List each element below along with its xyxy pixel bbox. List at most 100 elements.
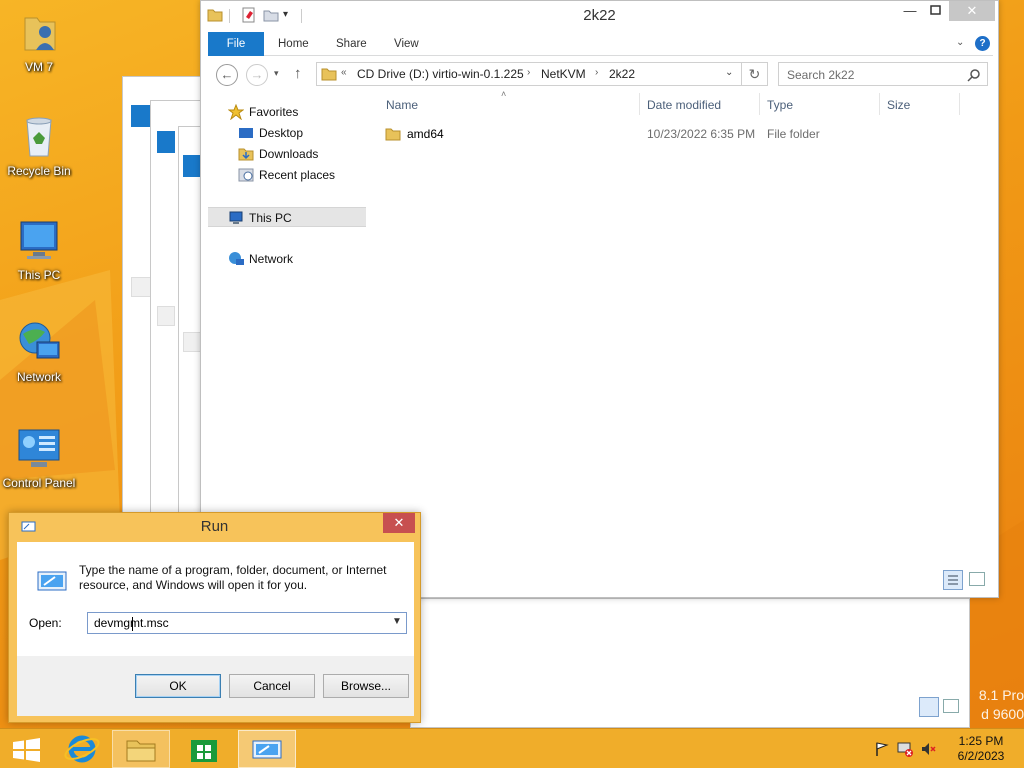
table-row[interactable]: amd64 10/23/2022 6:35 PM File folder bbox=[377, 123, 977, 145]
folder-icon bbox=[385, 128, 401, 141]
breadcrumb-chevron-icon[interactable]: › bbox=[527, 67, 530, 78]
desktop-icon-label: Network bbox=[16, 370, 61, 384]
sort-arrow-icon: ˄ bbox=[501, 89, 507, 99]
volume-muted-icon[interactable] bbox=[920, 741, 936, 757]
ribbon-expand-icon[interactable]: ⌄ bbox=[956, 37, 964, 48]
background-window-file-tab bbox=[183, 155, 201, 177]
tab-home[interactable]: Home bbox=[264, 32, 323, 56]
column-header-date[interactable]: Date modified bbox=[647, 98, 721, 112]
store-button[interactable] bbox=[176, 730, 234, 768]
store-icon bbox=[191, 740, 217, 762]
address-bar[interactable]: « CD Drive (D:) virtio-win-0.1.225 › Net… bbox=[316, 62, 742, 86]
desktop-icon-this-pc[interactable]: This PC bbox=[0, 216, 78, 282]
details-view-icon[interactable] bbox=[943, 570, 963, 590]
column-divider[interactable] bbox=[759, 93, 760, 115]
tab-share[interactable]: Share bbox=[322, 32, 381, 56]
maximize-button[interactable] bbox=[925, 1, 947, 21]
file-explorer-taskbar-button[interactable] bbox=[112, 730, 170, 768]
network-disconnected-icon[interactable] bbox=[897, 741, 913, 757]
recent-locations-icon[interactable]: ▾ bbox=[274, 68, 279, 79]
open-combobox[interactable]: devmgmt.msc ▼ bbox=[87, 612, 407, 634]
tab-file[interactable]: File bbox=[208, 32, 264, 56]
recycle-bin-icon bbox=[15, 112, 63, 160]
search-placeholder: Search 2k22 bbox=[787, 68, 855, 82]
file-name: amd64 bbox=[407, 127, 444, 141]
background-window-bottom[interactable] bbox=[410, 598, 970, 728]
nav-desktop[interactable]: Desktop bbox=[208, 123, 366, 143]
nav-favorites-label: Favorites bbox=[249, 105, 299, 119]
computer-icon bbox=[15, 216, 63, 264]
minimize-button[interactable]: — bbox=[895, 1, 925, 21]
desktop-icon bbox=[239, 128, 253, 138]
nav-recent-places-label: Recent places bbox=[259, 168, 336, 182]
ribbon-tabs: File Home Share View ⌄ ? bbox=[208, 32, 993, 56]
watermark-line-1: 8.1 Pro bbox=[978, 687, 1024, 703]
background-window-file-tab bbox=[157, 131, 175, 153]
internet-explorer-button[interactable] bbox=[54, 730, 112, 768]
desktop-icon-recycle-bin[interactable]: Recycle Bin bbox=[0, 112, 78, 178]
search-input[interactable]: Search 2k22 bbox=[778, 62, 988, 86]
browse-button[interactable]: Browse... bbox=[323, 674, 409, 698]
column-divider[interactable] bbox=[959, 93, 960, 115]
taskbar: 1:25 PM 6/2/2023 bbox=[0, 728, 1024, 768]
file-explorer-window[interactable]: ▾ 2k22 — ✕ File Home Share View ⌄ ? ← → … bbox=[200, 0, 999, 598]
nav-recent-places[interactable]: Recent places bbox=[208, 165, 366, 185]
run-icon bbox=[252, 740, 282, 759]
large-icons-view-icon[interactable] bbox=[969, 572, 985, 586]
nav-this-pc[interactable]: This PC bbox=[208, 207, 366, 227]
breadcrumb-chevron-icon[interactable]: › bbox=[595, 67, 598, 78]
recent-places-icon bbox=[238, 168, 254, 182]
breadcrumb-2k22[interactable]: 2k22 bbox=[609, 67, 635, 81]
file-explorer-icon bbox=[126, 740, 156, 762]
windows-logo-icon bbox=[13, 738, 40, 762]
back-button[interactable]: ← bbox=[216, 64, 238, 86]
close-button[interactable]: ✕ bbox=[949, 1, 995, 21]
search-icon bbox=[967, 69, 980, 82]
close-button[interactable]: ✕ bbox=[383, 513, 415, 533]
ok-button[interactable]: OK bbox=[135, 674, 221, 698]
nav-this-pc-label: This PC bbox=[249, 211, 292, 225]
action-center-flag-icon[interactable] bbox=[874, 741, 890, 757]
background-window-scroll bbox=[157, 306, 175, 326]
network-icon bbox=[229, 252, 244, 265]
system-clock[interactable]: 1:25 PM 6/2/2023 bbox=[938, 734, 1024, 764]
breadcrumb-netkvm[interactable]: NetKVM bbox=[541, 67, 586, 81]
refresh-button[interactable]: ↻ bbox=[742, 62, 768, 86]
details-view-icon[interactable] bbox=[919, 697, 939, 717]
column-divider[interactable] bbox=[879, 93, 880, 115]
address-overflow[interactable]: « bbox=[341, 67, 347, 78]
background-window-file-tab bbox=[131, 105, 151, 127]
breadcrumb-drive[interactable]: CD Drive (D:) virtio-win-0.1.225 bbox=[357, 67, 524, 81]
chevron-down-icon[interactable]: ▼ bbox=[392, 616, 402, 627]
nav-network-label: Network bbox=[249, 252, 294, 266]
drive-folder-icon bbox=[321, 66, 337, 85]
nav-network[interactable]: Network bbox=[208, 249, 366, 269]
run-taskbar-button[interactable] bbox=[238, 730, 296, 768]
cancel-button[interactable]: Cancel bbox=[229, 674, 315, 698]
desktop-icon-vm7[interactable]: VM 7 bbox=[0, 8, 78, 74]
tab-view[interactable]: View bbox=[380, 32, 433, 56]
explorer-titlebar[interactable]: ▾ 2k22 — ✕ bbox=[201, 1, 998, 31]
address-dropdown-icon[interactable]: ⌄ bbox=[725, 67, 733, 78]
column-header-type[interactable]: Type bbox=[767, 98, 793, 112]
run-description: Type the name of a program, folder, docu… bbox=[79, 563, 387, 592]
column-header-size[interactable]: Size bbox=[887, 98, 910, 112]
nav-downloads-label: Downloads bbox=[259, 147, 319, 161]
desktop-icon-network[interactable]: Network bbox=[0, 318, 78, 384]
text-cursor bbox=[132, 617, 133, 631]
forward-button[interactable]: → bbox=[246, 64, 268, 86]
start-button[interactable] bbox=[0, 730, 58, 768]
nav-downloads[interactable]: Downloads bbox=[208, 144, 366, 164]
desktop-icon-control-panel[interactable]: Control Panel bbox=[0, 424, 78, 490]
file-date: 10/23/2022 6:35 PM bbox=[647, 127, 756, 141]
up-button[interactable]: ↑ bbox=[294, 65, 302, 82]
background-window-scroll bbox=[183, 332, 201, 352]
column-divider[interactable] bbox=[639, 93, 640, 115]
run-dialog-body: Type the name of a program, folder, docu… bbox=[17, 542, 414, 716]
column-header-name[interactable]: Name bbox=[386, 98, 418, 112]
watermark-line-2: d 9600 bbox=[981, 706, 1024, 722]
nav-favorites[interactable]: Favorites bbox=[208, 102, 366, 122]
large-icons-view-icon[interactable] bbox=[943, 699, 959, 713]
run-dialog[interactable]: Run ✕ Type the name of a program, folder… bbox=[8, 512, 421, 723]
help-icon[interactable]: ? bbox=[975, 36, 990, 51]
